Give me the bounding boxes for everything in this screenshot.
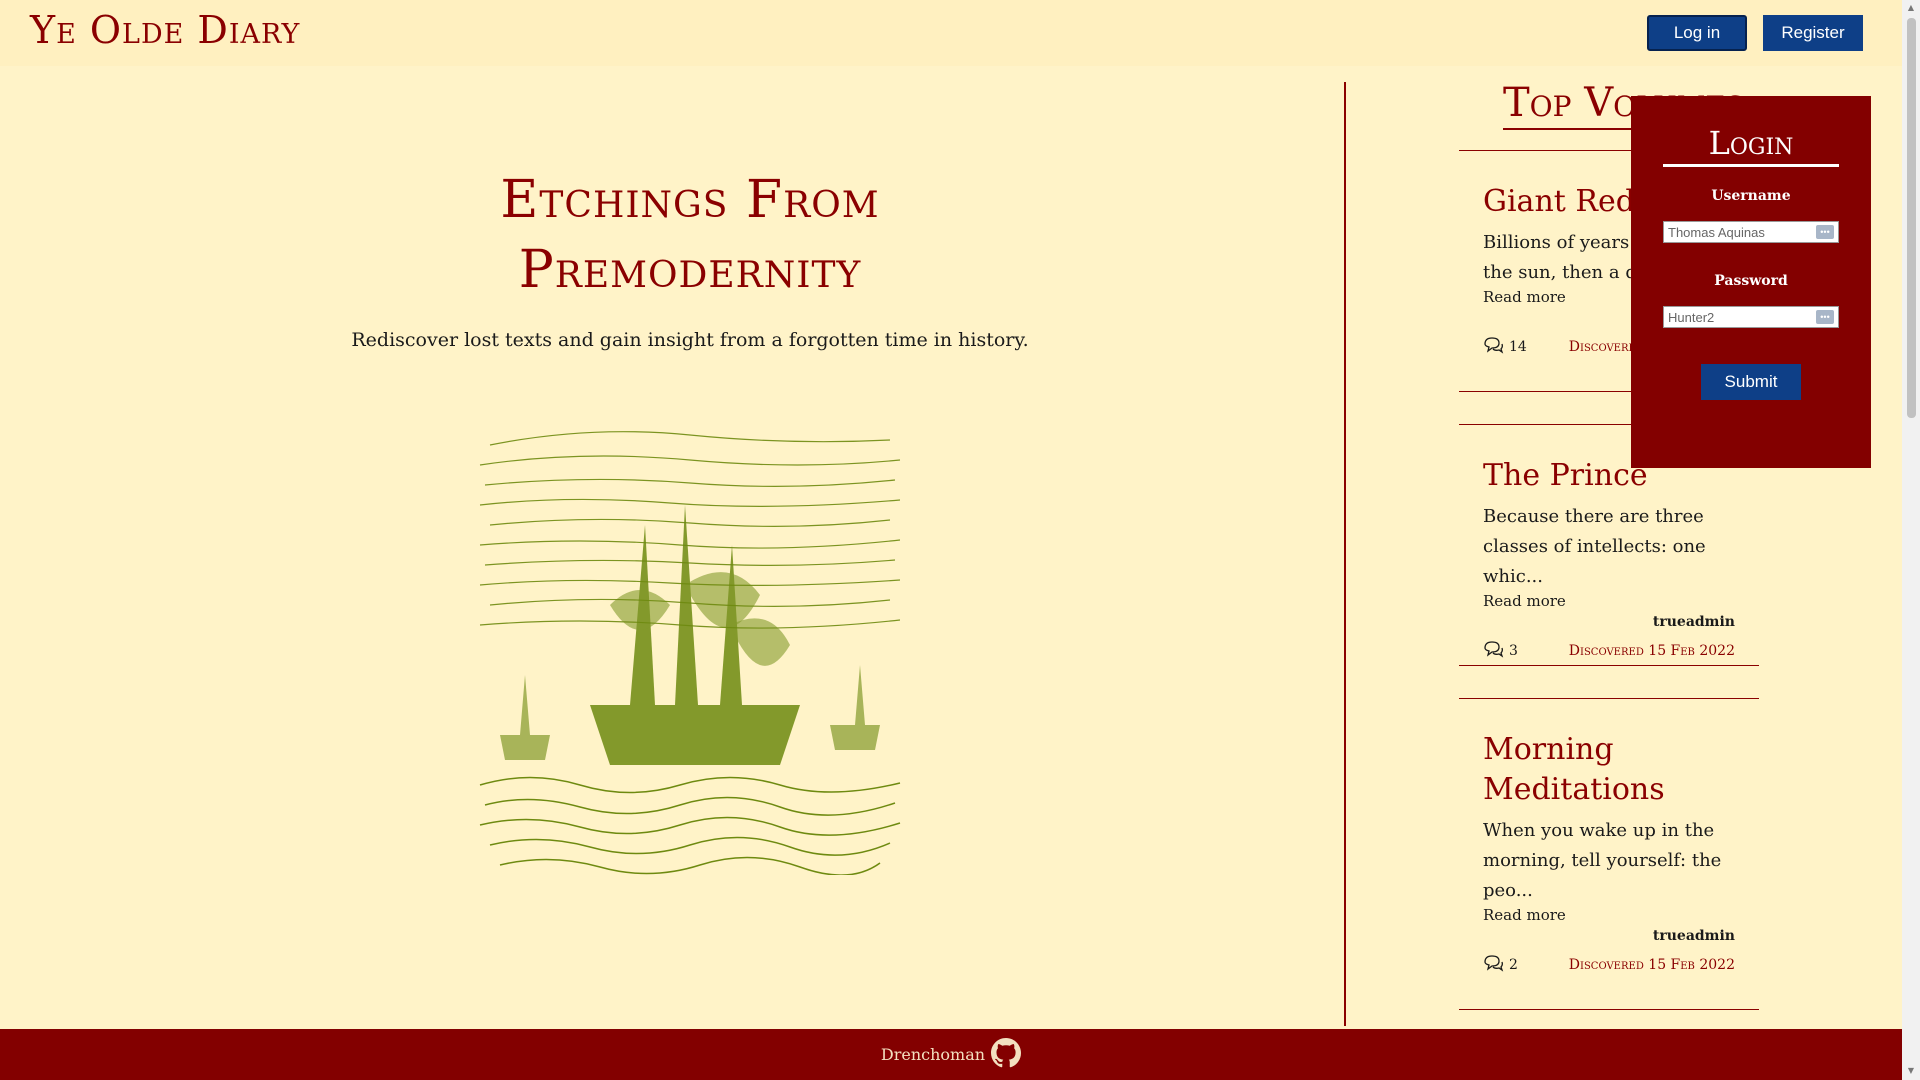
hero-subtitle: Rediscover lost texts and gain insight f… — [351, 329, 1029, 351]
card-author[interactable]: trueadmin — [1483, 928, 1735, 944]
page-scrollbar[interactable]: ▲ ▼ — [1902, 0, 1920, 1080]
comment-icon — [1483, 954, 1505, 976]
discovered-date: Discovered 15 Feb 2022 — [1568, 957, 1735, 973]
login-panel: Login Username Thomas Aquinas ••• Passwo… — [1631, 96, 1871, 468]
password-input[interactable]: Hunter2 ••• — [1663, 306, 1839, 328]
register-button[interactable]: Register — [1763, 15, 1863, 51]
scroll-down-icon[interactable]: ▼ — [1906, 1066, 1916, 1076]
card-separator — [1459, 1009, 1759, 1010]
card-excerpt: Because there are three classes of intel… — [1483, 506, 1706, 587]
read-more-link[interactable]: Read more — [1483, 592, 1735, 610]
comments-count[interactable]: 3 — [1483, 640, 1518, 662]
site-footer: Drenchoman — [0, 1029, 1902, 1080]
username-label: Username — [1711, 188, 1791, 204]
read-more-link[interactable]: Read more — [1483, 906, 1735, 924]
content-divider — [1344, 82, 1346, 1026]
password-manager-icon[interactable]: ••• — [1816, 310, 1834, 324]
card-meta: 3 Discovered 15 Feb 2022 — [1483, 640, 1735, 662]
ship-etching-image — [479, 431, 901, 875]
hero-title: Etchings From Premodernity — [440, 165, 940, 305]
login-button[interactable]: Log in — [1647, 15, 1747, 51]
comment-icon — [1483, 336, 1505, 358]
password-manager-icon[interactable]: ••• — [1816, 225, 1834, 239]
github-icon[interactable] — [991, 1037, 1022, 1072]
card-meta: 2 Discovered 15 Feb 2022 — [1483, 954, 1735, 976]
card-separator — [1459, 698, 1759, 699]
card-excerpt: When you wake up in the morning, tell yo… — [1483, 820, 1722, 901]
footer-author[interactable]: Drenchoman — [881, 1045, 985, 1064]
username-input[interactable]: Thomas Aquinas ••• — [1663, 221, 1839, 243]
card-title[interactable]: Morning Meditations — [1483, 730, 1735, 810]
login-title: Login — [1663, 124, 1839, 167]
comments-count[interactable]: 14 — [1483, 336, 1527, 358]
volume-card[interactable]: Morning Meditations When you wake up in … — [1483, 730, 1735, 976]
scroll-thumb[interactable] — [1907, 18, 1916, 418]
hero-title-line-1: Etchings From — [500, 170, 880, 230]
site-brand[interactable]: Ye Olde Diary — [30, 8, 300, 52]
comment-icon — [1483, 640, 1505, 662]
hero-title-line-2: Premodernity — [518, 240, 862, 300]
card-author[interactable]: trueadmin — [1483, 614, 1735, 630]
scroll-up-icon[interactable]: ▲ — [1906, 3, 1916, 13]
discovered-date: Discovered 15 Feb 2022 — [1568, 643, 1735, 659]
submit-button[interactable]: Submit — [1701, 364, 1801, 400]
site-header: Ye Olde Diary Log in Register — [0, 0, 1902, 66]
comments-count[interactable]: 2 — [1483, 954, 1518, 976]
card-separator — [1459, 665, 1759, 666]
volume-card[interactable]: The Prince Because there are three class… — [1483, 456, 1735, 662]
password-label: Password — [1714, 273, 1788, 289]
